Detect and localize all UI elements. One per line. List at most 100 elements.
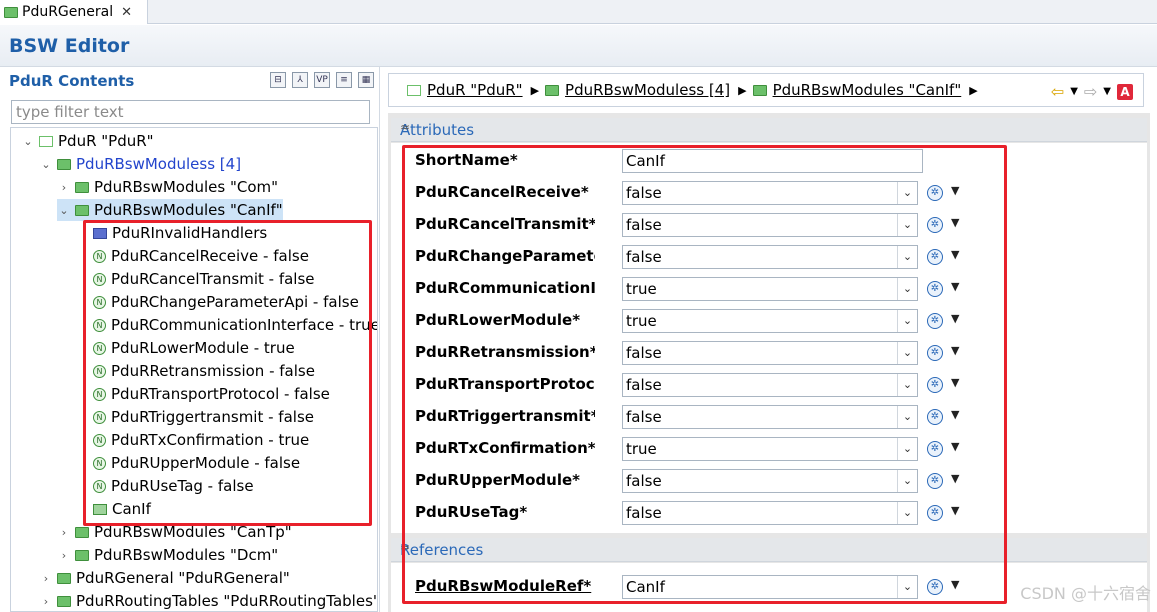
reset-icon[interactable]: ✲: [927, 505, 943, 521]
collapse-all-icon[interactable]: ⊟: [270, 72, 286, 88]
chevron-down-icon[interactable]: ⌄: [897, 246, 917, 268]
chevron-down-icon[interactable]: ▼: [951, 216, 959, 229]
chevron-down-icon[interactable]: ▼: [951, 184, 959, 197]
reset-icon[interactable]: ✲: [927, 281, 943, 297]
chevron-down-icon[interactable]: ▼: [951, 312, 959, 325]
value-select[interactable]: false ⌄: [622, 405, 918, 429]
reset-icon[interactable]: ✲: [927, 249, 943, 265]
value-select[interactable]: false ⌄: [622, 341, 918, 365]
chevron-right-icon[interactable]: ▶: [969, 84, 977, 97]
tree-item[interactable]: N PduRTransportProtocol - false: [75, 383, 330, 405]
breadcrumb-item-pdur[interactable]: PduR "PduR": [407, 81, 523, 99]
hierarchy-icon[interactable]: ⅄: [292, 72, 308, 88]
chevron-down-icon[interactable]: ▼: [951, 280, 959, 293]
reset-icon[interactable]: ✲: [927, 217, 943, 233]
tree-item[interactable]: N PduRCancelTransmit - false: [75, 268, 315, 290]
collapse-icon[interactable]: ≈: [400, 120, 1137, 134]
reset-icon[interactable]: ✲: [927, 579, 943, 595]
value-select[interactable]: true ⌄: [622, 309, 918, 333]
chevron-down-icon[interactable]: ⌄: [897, 438, 917, 460]
chevron-down-icon[interactable]: ⌄: [897, 576, 917, 598]
value-select[interactable]: CanIf ⌄: [622, 575, 918, 599]
value-select[interactable]: false ⌄: [622, 469, 918, 493]
filter-input[interactable]: type filter text: [11, 100, 370, 124]
document-icon[interactable]: ≡: [336, 72, 352, 88]
value-select[interactable]: true ⌄: [622, 277, 918, 301]
attribute-label[interactable]: PduRBswModuleRef*: [415, 577, 595, 595]
chevron-down-icon[interactable]: ⌄: [39, 158, 53, 171]
vp-res-icon[interactable]: VP: [314, 72, 330, 88]
chevron-down-icon[interactable]: ⌄: [897, 310, 917, 332]
reset-icon[interactable]: ✲: [927, 313, 943, 329]
references-section-header[interactable]: References ≈: [391, 538, 1147, 562]
chevron-down-icon[interactable]: ⌄: [897, 470, 917, 492]
chevron-down-icon[interactable]: ▼: [1103, 86, 1111, 97]
chevron-down-icon[interactable]: ⌄: [897, 374, 917, 396]
collapse-icon[interactable]: ≈: [400, 540, 1137, 554]
chevron-down-icon[interactable]: ▼: [951, 504, 959, 517]
reset-icon[interactable]: ✲: [927, 377, 943, 393]
chevron-down-icon[interactable]: ▼: [951, 578, 959, 591]
tree-item[interactable]: N PduRRetransmission - false: [75, 360, 315, 382]
chevron-down-icon[interactable]: ⌄: [897, 342, 917, 364]
tree-item[interactable]: PduRInvalidHandlers: [75, 222, 267, 244]
reset-icon[interactable]: ✲: [927, 409, 943, 425]
value-select[interactable]: false ⌄: [622, 213, 918, 237]
value-select[interactable]: false ⌄: [622, 373, 918, 397]
tree-item[interactable]: CanIf: [75, 498, 151, 520]
chevron-down-icon[interactable]: ⌄: [897, 278, 917, 300]
autosar-icon[interactable]: A: [1117, 83, 1133, 100]
close-icon[interactable]: ✕: [121, 5, 132, 20]
chevron-down-icon[interactable]: ▼: [951, 344, 959, 357]
tree-item[interactable]: N PduRUseTag - false: [75, 475, 254, 497]
chevron-down-icon[interactable]: ⌄: [897, 406, 917, 428]
tree-item[interactable]: › PduRRoutingTables "PduRRoutingTables": [39, 590, 377, 611]
chevron-right-icon[interactable]: ›: [39, 595, 53, 608]
chevron-down-icon[interactable]: ⌄: [57, 204, 71, 217]
tab-pdurgeneral[interactable]: PduRGeneral ✕: [0, 0, 148, 24]
tree-item[interactable]: › PduRBswModules "Dcm": [57, 544, 278, 566]
tree-item[interactable]: N PduRCancelReceive - false: [75, 245, 309, 267]
tree-item[interactable]: N PduRTxConfirmation - true: [75, 429, 309, 451]
tree-item[interactable]: ⌄ PduRBswModuless [4]: [39, 153, 241, 175]
tree-item[interactable]: › PduRBswModules "CanTp": [57, 521, 292, 543]
tree-item[interactable]: N PduRChangeParameterApi - false: [75, 291, 359, 313]
chevron-right-icon[interactable]: ›: [57, 526, 71, 539]
grid-view-icon[interactable]: ▦: [358, 72, 374, 88]
chevron-down-icon[interactable]: ▼: [951, 472, 959, 485]
chevron-right-icon[interactable]: ›: [39, 572, 53, 585]
chevron-down-icon[interactable]: ▼: [1070, 86, 1078, 97]
chevron-right-icon[interactable]: ›: [57, 549, 71, 562]
tree-item[interactable]: ⌄ PduR "PduR": [21, 130, 153, 152]
shortname-field[interactable]: CanIf: [622, 149, 923, 173]
attributes-section-header[interactable]: Attributes ≈: [391, 118, 1147, 142]
chevron-down-icon[interactable]: ⌄: [897, 502, 917, 524]
chevron-right-icon[interactable]: ›: [57, 181, 71, 194]
reset-icon[interactable]: ✲: [927, 441, 943, 457]
chevron-right-icon[interactable]: ▶: [531, 84, 539, 97]
tree-item[interactable]: N PduRTriggertransmit - false: [75, 406, 314, 428]
breadcrumb-item-bswmodules[interactable]: PduRBswModuless [4]: [545, 81, 730, 99]
tree-item[interactable]: N PduRUpperModule - false: [75, 452, 300, 474]
reset-icon[interactable]: ✲: [927, 185, 943, 201]
forward-arrow-icon[interactable]: ⇨: [1084, 82, 1097, 101]
tree-item[interactable]: N PduRCommunicationInterface - true: [75, 314, 377, 336]
chevron-down-icon[interactable]: ⌄: [897, 214, 917, 236]
tree-item[interactable]: › PduRGeneral "PduRGeneral": [39, 567, 290, 589]
tree-item[interactable]: ⌄ PduRBswModules "CanIf": [57, 199, 283, 221]
value-select[interactable]: true ⌄: [622, 437, 918, 461]
back-arrow-icon[interactable]: ⇦: [1051, 82, 1064, 101]
chevron-right-icon[interactable]: ▶: [738, 84, 746, 97]
tree-item[interactable]: › PduRBswModules "Com": [57, 176, 278, 198]
value-select[interactable]: false ⌄: [622, 245, 918, 269]
chevron-down-icon[interactable]: ⌄: [21, 135, 35, 148]
reset-icon[interactable]: ✲: [927, 345, 943, 361]
chevron-down-icon[interactable]: ▼: [951, 248, 959, 261]
value-select[interactable]: false ⌄: [622, 501, 918, 525]
chevron-down-icon[interactable]: ▼: [951, 376, 959, 389]
breadcrumb-item-canif[interactable]: PduRBswModules "CanIf": [752, 81, 961, 99]
tree-item[interactable]: N PduRLowerModule - true: [75, 337, 295, 359]
chevron-down-icon[interactable]: ▼: [951, 440, 959, 453]
chevron-down-icon[interactable]: ⌄: [897, 182, 917, 204]
value-select[interactable]: false ⌄: [622, 181, 918, 205]
